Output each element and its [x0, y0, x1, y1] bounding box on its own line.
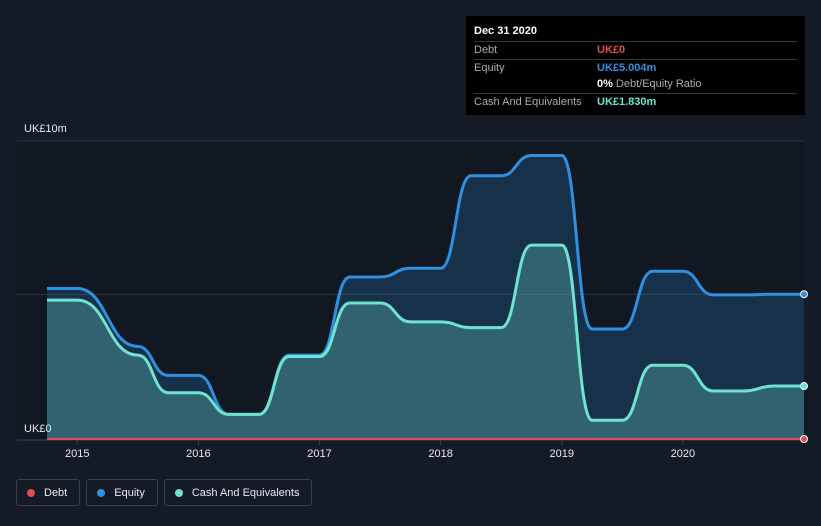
tooltip-ratio-row: 0% Debt/Equity Ratio — [474, 76, 797, 93]
tooltip-equity-row: Equity UK£5.004m — [474, 58, 797, 77]
x-tick-label: 2020 — [671, 448, 695, 460]
x-tick-label: 2019 — [550, 448, 574, 460]
debt-legend-dot-icon — [27, 488, 35, 497]
chart-legend: Debt Equity Cash And Equivalents — [16, 479, 313, 506]
legend-item-debt[interactable]: Debt — [16, 479, 81, 506]
tooltip-ratio-value: 0% — [597, 78, 613, 91]
tooltip-debt-row: Debt UK£0 — [474, 41, 797, 59]
equity-legend-dot-icon — [97, 488, 106, 497]
x-tick-label: 2017 — [307, 448, 331, 460]
x-tick-label: 2016 — [186, 448, 210, 460]
tooltip-equity-label: Equity — [474, 61, 505, 74]
legend-equity-label: Equity — [114, 486, 145, 499]
tooltip-cash-row: Cash And Equivalents UK£1.830m — [474, 92, 797, 111]
legend-debt-label: Debt — [44, 486, 68, 499]
equity-end-point — [800, 290, 808, 299]
tooltip-cash-label: Cash And Equivalents — [474, 95, 582, 108]
tooltip-ratio-label: Debt/Equity Ratio — [615, 78, 702, 91]
x-tick-label: 2015 — [65, 448, 89, 460]
tooltip-debt-label: Debt — [474, 44, 498, 57]
data-tooltip: Dec 31 2020 Debt UK£0 Equity UK£5.004m 0… — [466, 16, 805, 115]
legend-item-cash[interactable]: Cash And Equivalents — [163, 479, 313, 506]
tooltip-date: Dec 31 2020 — [474, 25, 537, 37]
tooltip-equity-value: UK£5.004m — [597, 61, 657, 74]
cash-legend-dot-icon — [174, 488, 183, 497]
x-tick-label: 2018 — [428, 448, 452, 460]
legend-cash-label: Cash And Equivalents — [191, 486, 300, 499]
y-tick-label: UK£0 — [24, 423, 52, 435]
tooltip-debt-value: UK£0 — [597, 44, 626, 57]
debt-end-point — [800, 435, 808, 443]
cash-end-point — [800, 382, 808, 391]
legend-item-equity[interactable]: Equity — [86, 479, 158, 506]
y-tick-label: UK£10m — [24, 123, 67, 135]
tooltip-cash-value: UK£1.830m — [597, 95, 657, 108]
